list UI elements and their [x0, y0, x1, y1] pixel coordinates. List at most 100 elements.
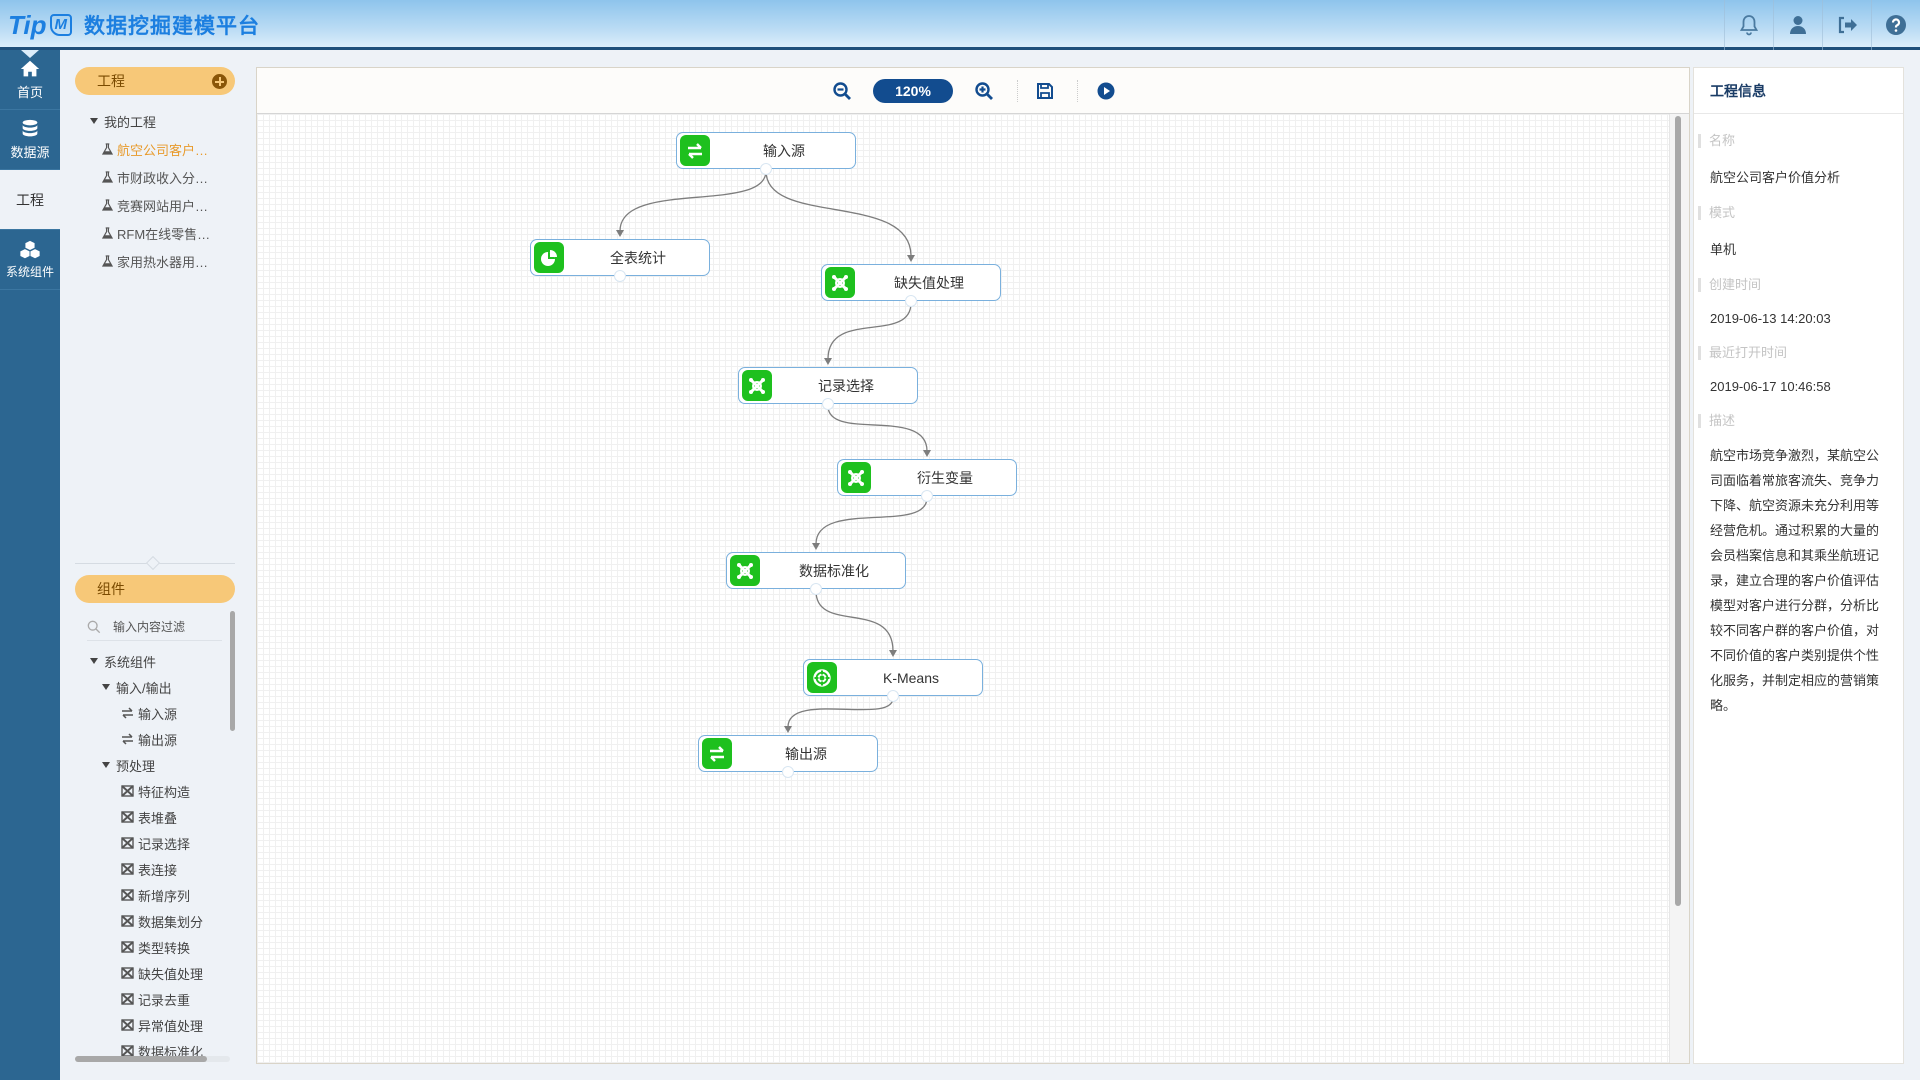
save-button[interactable]: [1034, 80, 1056, 102]
tree-label: 预处理: [116, 758, 156, 774]
project-item[interactable]: 竞赛网站用户…: [60, 191, 245, 219]
toolbar-divider: [1017, 80, 1018, 102]
process-icon: [737, 562, 753, 579]
help-button[interactable]: [1871, 0, 1920, 50]
flow-node[interactable]: 记录选择: [738, 367, 918, 410]
canvas-toolbar: 120%: [257, 68, 1689, 114]
output-port[interactable]: [905, 295, 917, 307]
tree-node-system-components[interactable]: 系统组件: [60, 648, 245, 674]
mode-label: 模式: [1698, 206, 1887, 220]
tree-group[interactable]: 输入/输出: [60, 674, 245, 700]
component-item[interactable]: 记录去重: [60, 986, 245, 1012]
output-port[interactable]: [810, 583, 822, 595]
project-label: RFM在线零售…: [117, 226, 211, 242]
process-icon: [848, 469, 864, 486]
zoom-out-icon: [833, 82, 851, 100]
output-port[interactable]: [760, 163, 772, 175]
canvas-scrollbar[interactable]: [1675, 116, 1681, 906]
node-label: 记录选择: [818, 377, 874, 394]
tree-label: 我的工程: [104, 114, 157, 130]
nav-item-project[interactable]: 工程: [0, 170, 60, 230]
component-item[interactable]: 新增序列: [60, 882, 245, 908]
projects-header: 工程: [75, 67, 235, 95]
nav-item-system-components[interactable]: 系统组件: [0, 230, 60, 290]
project-item[interactable]: 航空公司客户…: [60, 135, 245, 163]
run-button[interactable]: [1095, 80, 1117, 102]
help-icon: [1886, 15, 1906, 35]
logo: Tip M 数据挖掘建模平台: [8, 8, 260, 42]
component-item[interactable]: 表堆叠: [60, 804, 245, 830]
component-label: 记录选择: [138, 836, 191, 852]
component-label: 输出源: [138, 732, 178, 748]
component-item[interactable]: 特征构造: [60, 778, 245, 804]
component-item[interactable]: 输入源: [60, 700, 245, 726]
node-label: 全表统计: [610, 249, 666, 266]
output-port[interactable]: [782, 766, 794, 778]
swap-icon: [122, 707, 133, 719]
projects-header-label: 工程: [97, 73, 125, 89]
component-item[interactable]: 数据集划分: [60, 908, 245, 934]
logout-icon: [1838, 16, 1857, 34]
created-value: 2019-06-13 14:20:03: [1710, 311, 1831, 326]
component-item[interactable]: 缺失值处理: [60, 960, 245, 986]
flow-node[interactable]: 全表统计: [530, 239, 710, 282]
component-filter[interactable]: 输入内容过滤: [87, 613, 222, 641]
zoom-in-button[interactable]: [973, 80, 995, 102]
user-button[interactable]: [1773, 0, 1822, 50]
component-item[interactable]: 异常值处理: [60, 1012, 245, 1038]
component-item[interactable]: 记录选择: [60, 830, 245, 856]
component-label: 表连接: [138, 862, 178, 878]
project-item[interactable]: RFM在线零售…: [60, 219, 245, 247]
caret-down-icon: [102, 684, 110, 690]
nav-item-home[interactable]: 首页: [0, 50, 60, 110]
node-icon: [702, 738, 732, 769]
splitter-handle[interactable]: [145, 555, 161, 571]
tree-group[interactable]: 预处理: [60, 752, 245, 778]
logout-button[interactable]: [1822, 0, 1871, 50]
node-label: 衍生变量: [917, 469, 973, 486]
project-label: 家用热水器用…: [117, 254, 209, 270]
notifications-button[interactable]: [1724, 0, 1773, 50]
flask-icon: [102, 199, 113, 211]
flow-node[interactable]: 输入源: [676, 132, 856, 175]
nav-item-datasource[interactable]: 数据源: [0, 110, 60, 170]
flow-node[interactable]: 数据标准化: [726, 552, 906, 595]
process-icon: [832, 274, 848, 291]
left-nav: 首页 数据源 工程 系统组件: [0, 50, 60, 1080]
sidebar: 工程 我的工程 航空公司客户… 市财政收入分… 竞赛网站用户… RFM在线零售……: [60, 53, 245, 1080]
component-item[interactable]: 类型转换: [60, 934, 245, 960]
swap-icon: [688, 142, 702, 159]
logo-badge: M: [49, 14, 73, 36]
output-port[interactable]: [614, 270, 626, 282]
component-item[interactable]: 输出源: [60, 726, 245, 752]
process-icon: [121, 863, 134, 875]
flow-node[interactable]: 衍生变量: [837, 459, 1017, 502]
zoom-out-button[interactable]: [831, 80, 853, 102]
output-port[interactable]: [822, 398, 834, 410]
node-icon: [730, 555, 760, 586]
tree-label: 输入/输出: [116, 680, 172, 696]
nav-label: 系统组件: [5, 265, 54, 279]
flask-icon: [102, 171, 113, 183]
component-item[interactable]: 表连接: [60, 856, 245, 882]
project-item[interactable]: 家用热水器用…: [60, 247, 245, 275]
flow-node[interactable]: 缺失值处理: [821, 264, 1001, 307]
node-label: 缺失值处理: [894, 274, 964, 291]
project-item[interactable]: 市财政收入分…: [60, 163, 245, 191]
process-icon: [121, 785, 134, 797]
tree-node-my-projects[interactable]: 我的工程: [60, 107, 245, 135]
add-project-button[interactable]: [212, 74, 227, 89]
app-title: 数据挖掘建模平台: [84, 15, 261, 38]
project-label: 竞赛网站用户…: [117, 198, 209, 214]
flow-node[interactable]: K-Means: [803, 659, 983, 702]
horizontal-scrollbar[interactable]: [75, 1056, 207, 1062]
node-icon: [825, 267, 855, 298]
run-icon: [1097, 82, 1115, 100]
output-port[interactable]: [921, 490, 933, 502]
created-label: 创建时间: [1698, 278, 1887, 292]
flask-icon: [102, 227, 113, 239]
output-port[interactable]: [887, 690, 899, 702]
flow-node[interactable]: 输出源: [698, 735, 878, 778]
canvas-grid[interactable]: [257, 114, 1669, 1063]
filter-placeholder: 输入内容过滤: [113, 620, 186, 634]
